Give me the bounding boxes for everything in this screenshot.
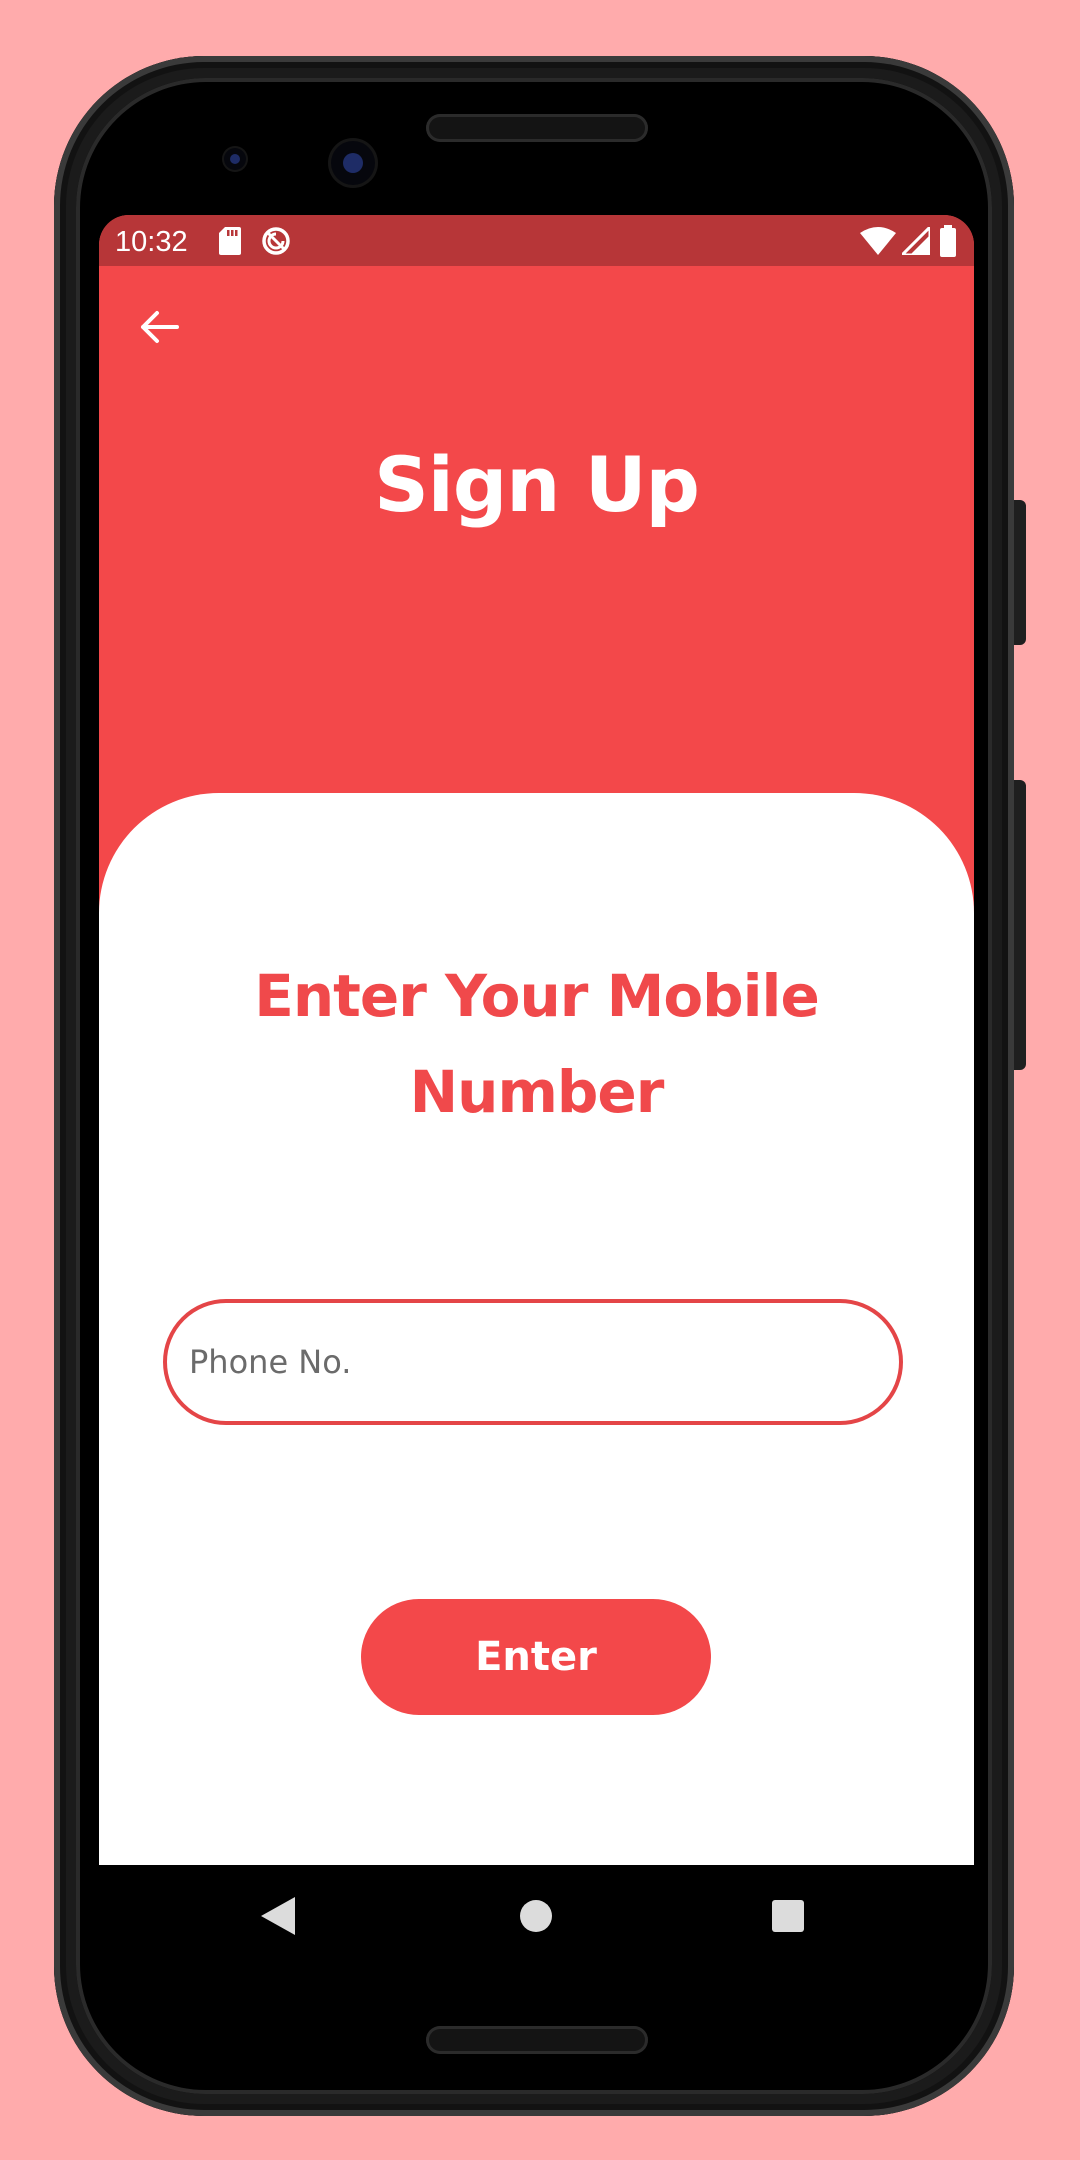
nav-home-icon[interactable] <box>520 1900 552 1932</box>
front-camera <box>331 141 375 185</box>
status-time: 10:32 <box>115 226 188 258</box>
heading-line-2: Number <box>409 1058 665 1126</box>
power-button <box>1014 500 1026 645</box>
front-sensor <box>224 148 246 170</box>
phone-number-input[interactable] <box>163 1299 903 1425</box>
wifi-icon <box>860 227 896 255</box>
sd-card-icon <box>219 227 241 255</box>
navigation-bar <box>99 1865 974 1965</box>
status-bar: 10:32 <box>99 215 974 266</box>
nav-recents-icon[interactable] <box>772 1900 804 1932</box>
app-screen: 10:32 Sign Up Enter Your Mobile Number P… <box>99 215 974 1865</box>
nav-back-icon[interactable] <box>261 1897 295 1935</box>
enter-button[interactable]: Enter <box>361 1599 711 1715</box>
sync-icon <box>262 227 290 255</box>
volume-button <box>1014 780 1026 1070</box>
earpiece-speaker <box>426 114 648 142</box>
signup-card: Enter Your Mobile Number Enter <box>99 793 974 1865</box>
battery-icon <box>940 225 956 257</box>
heading-line-1: Enter Your Mobile <box>254 962 820 1030</box>
mobile-heading: Enter Your Mobile Number <box>99 948 974 1140</box>
arrow-left-icon[interactable] <box>137 305 181 349</box>
page-title: Sign Up <box>374 440 700 529</box>
bottom-speaker <box>426 2026 648 2054</box>
signal-icon <box>902 227 930 255</box>
